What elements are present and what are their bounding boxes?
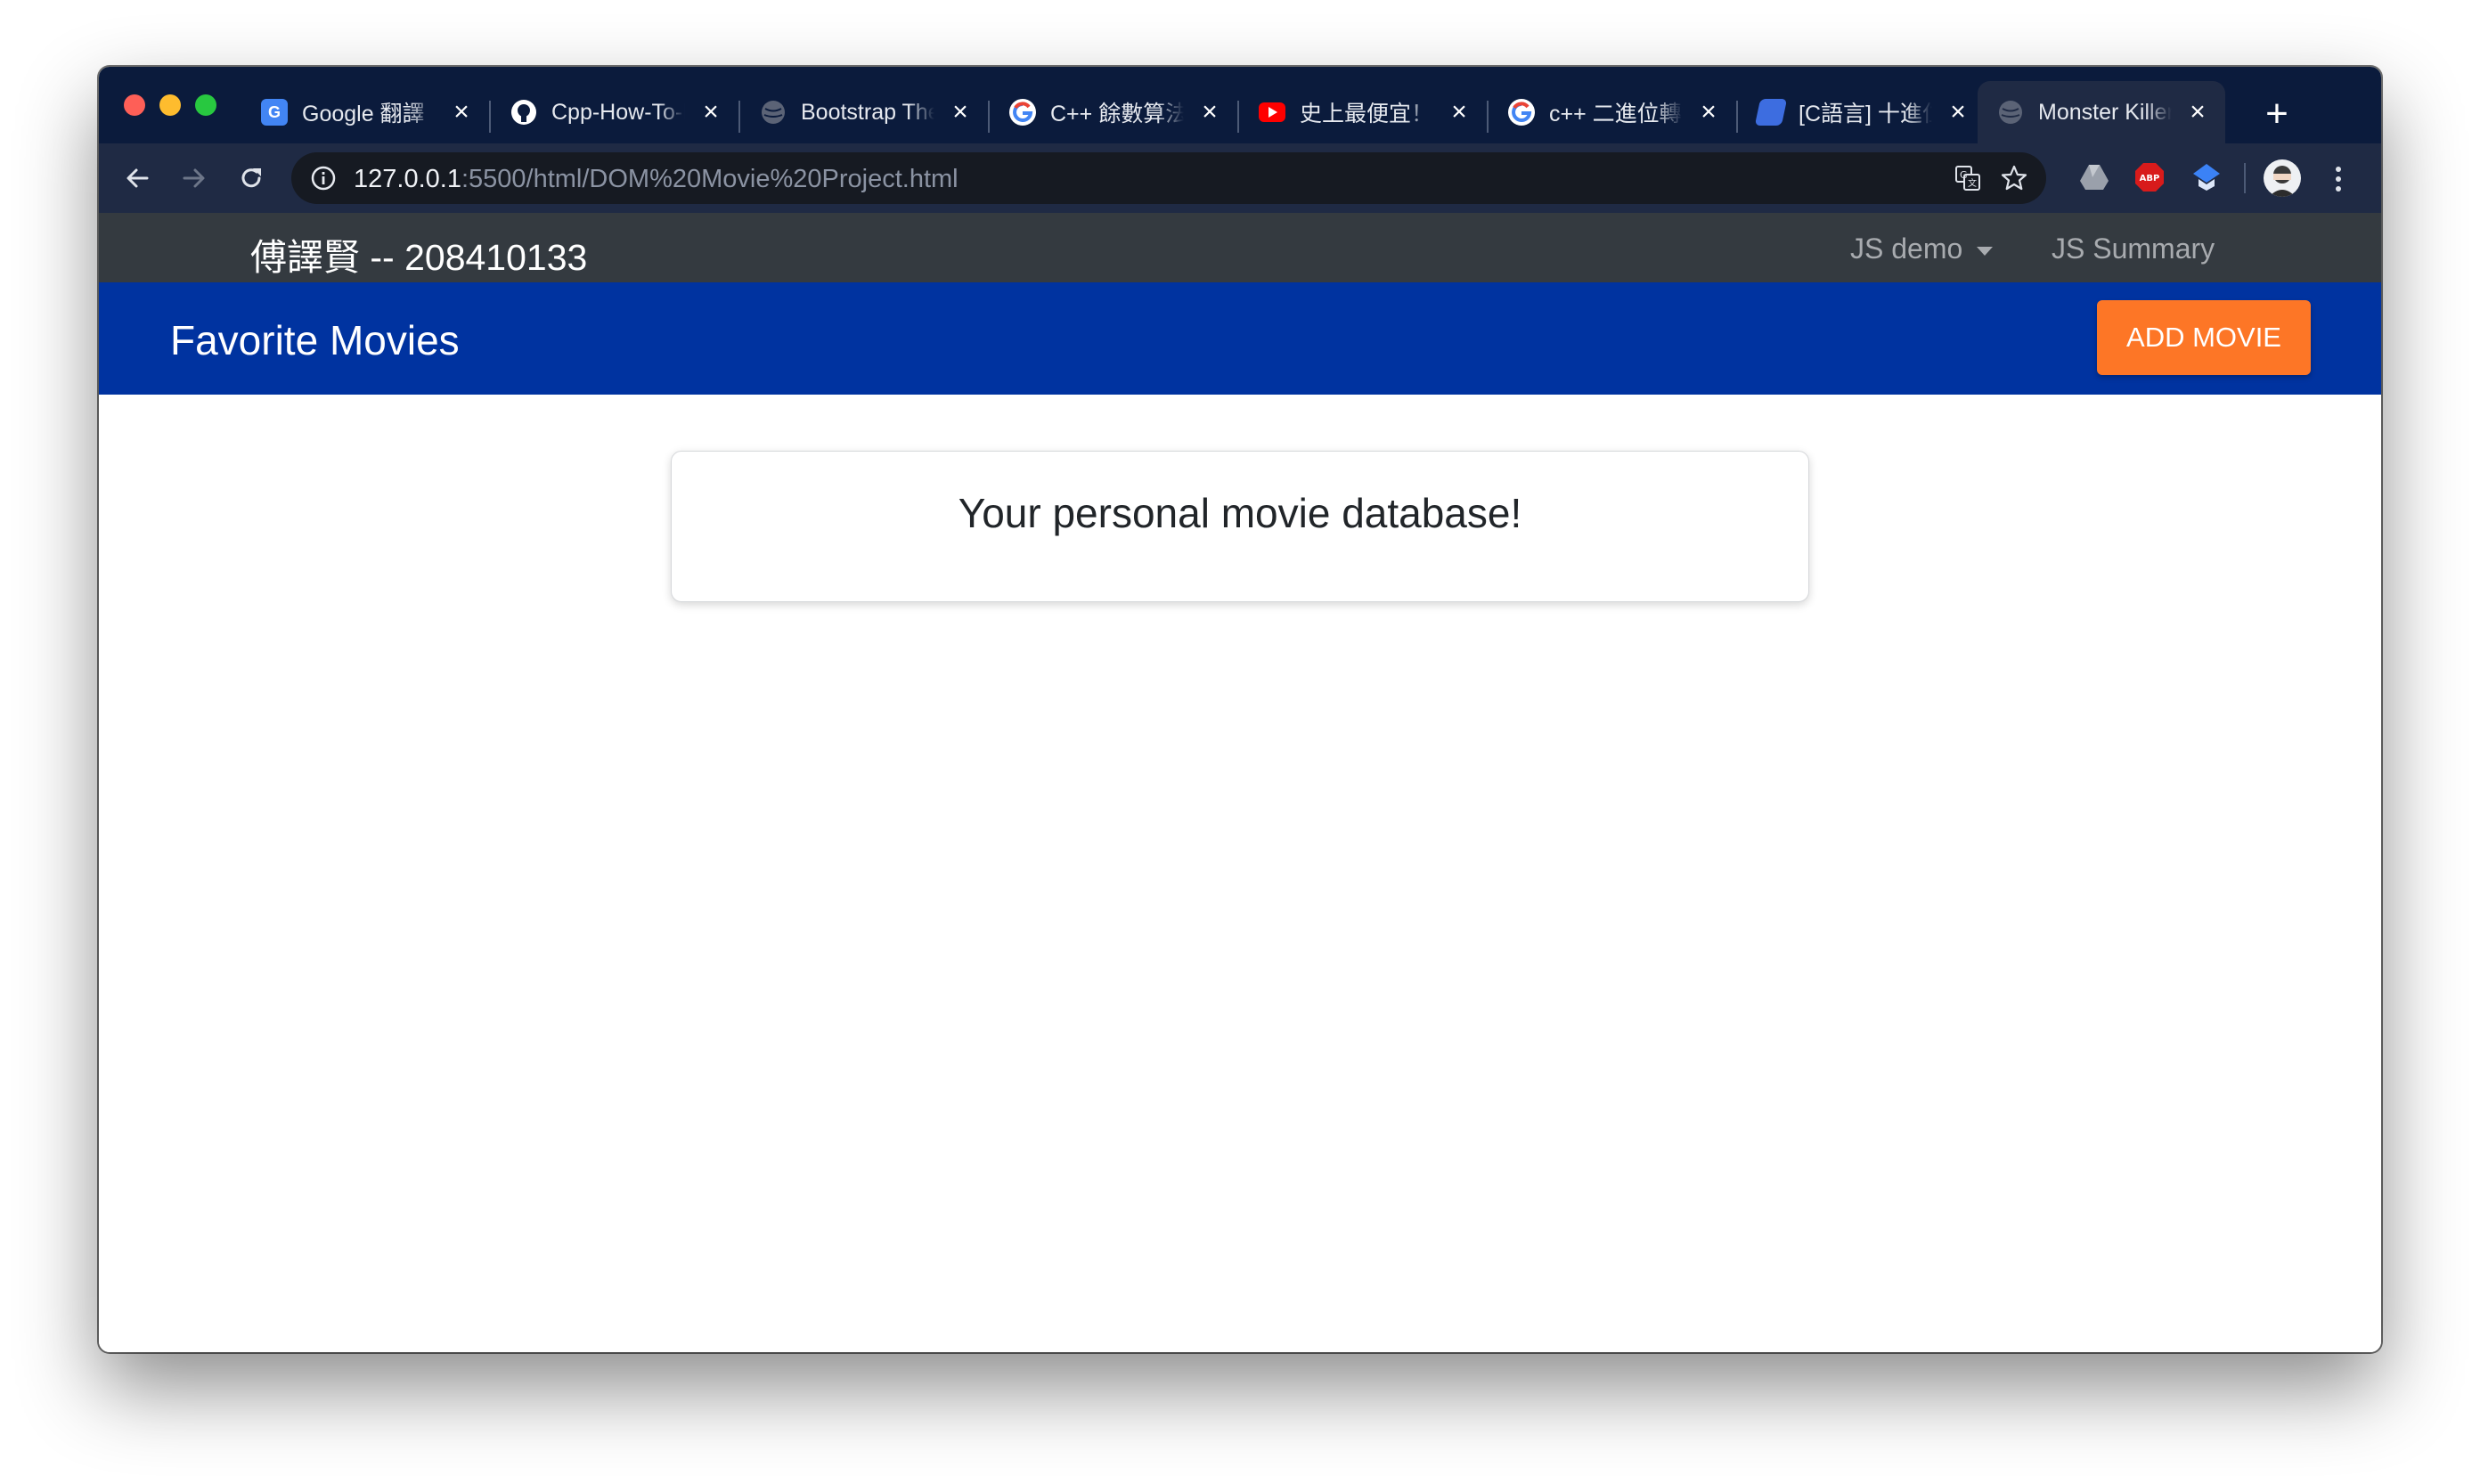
tab-youtube[interactable]: 史上最便宜！ × — [1239, 81, 1487, 143]
adblock-plus-icon[interactable]: ABP — [2133, 161, 2166, 193]
page-header: Favorite Movies ADD MOVIE — [99, 282, 2381, 395]
tab-monster-killer[interactable]: Monster Killer × — [1978, 81, 2225, 143]
google-drive-icon[interactable] — [2078, 161, 2110, 193]
url-path: :5500/html/DOM%20Movie%20Project.html — [461, 165, 959, 193]
reload-button[interactable] — [229, 156, 273, 200]
tab-title: Cpp-How-To-Program — [551, 99, 685, 125]
tab-cpp-binary[interactable]: c++ 二進位轉換 × — [1489, 81, 1736, 143]
close-tab-icon[interactable]: × — [1693, 97, 1724, 127]
add-movie-button[interactable]: ADD MOVIE — [2097, 300, 2311, 375]
minimize-window-button[interactable] — [159, 94, 181, 116]
translate-icon[interactable]: G文 — [1954, 164, 1982, 192]
maximize-window-button[interactable] — [195, 94, 216, 116]
forward-button[interactable] — [172, 156, 216, 200]
svg-text:ABP: ABP — [2140, 174, 2160, 183]
google-icon — [1009, 99, 1036, 126]
tab-title: c++ 二進位轉換 — [1549, 102, 1683, 126]
star-icon[interactable] — [2000, 164, 2028, 192]
tab-cpp-modulo[interactable]: C++ 餘數算法 × — [990, 81, 1237, 143]
page-title: Favorite Movies — [170, 317, 460, 363]
youtube-icon — [1259, 102, 1285, 122]
close-tab-icon[interactable]: × — [446, 97, 477, 127]
url-host: 127.0.0.1 — [354, 165, 461, 193]
tab-title: Google 翻譯 — [302, 102, 425, 126]
reload-icon — [241, 168, 261, 188]
globe-icon — [1997, 99, 2024, 126]
close-tab-icon[interactable]: × — [1444, 97, 1474, 127]
browser-window: G Google 翻譯 × Cpp-How-To-Program × Boots… — [99, 67, 2381, 1352]
site-info-icon[interactable] — [311, 166, 336, 191]
tab-c-language[interactable]: [C語言] 十進位 × — [1738, 81, 1986, 143]
google-icon — [1508, 99, 1535, 126]
book-icon — [1754, 99, 1788, 126]
tab-cpp-how-to[interactable]: Cpp-How-To-Program × — [491, 81, 738, 143]
tab-title: 史上最便宜！ — [1300, 102, 1433, 126]
profile-avatar[interactable] — [2264, 159, 2301, 197]
main-content: Your personal movie database! — [99, 395, 2381, 1352]
tab-title: Bootstrap Themes — [801, 99, 934, 125]
svg-text:文: 文 — [1968, 177, 1977, 189]
url-text: 127.0.0.1:5500/html/DOM%20Movie%20Projec… — [354, 165, 959, 194]
back-button[interactable] — [115, 156, 159, 200]
navbar-brand[interactable]: 傅譯賢 -- 208410133 — [250, 227, 587, 281]
tab-google-translate[interactable]: G Google 翻譯 × — [241, 81, 489, 143]
svg-text:G: G — [1960, 169, 1968, 181]
arrow-left-icon — [126, 168, 149, 188]
new-tab-button[interactable]: + — [2255, 94, 2299, 138]
google-translate-icon: G — [261, 99, 288, 126]
caret-down-icon — [1977, 246, 1994, 256]
close-tab-icon[interactable]: × — [1943, 97, 1973, 127]
avatar-icon — [2269, 166, 2296, 197]
more-menu-icon[interactable] — [2329, 161, 2347, 197]
extension-icon[interactable] — [2190, 161, 2223, 193]
nav-js-summary[interactable]: JS Summary — [2052, 232, 2215, 265]
tab-title: [C語言] 十進位 — [1799, 102, 1932, 126]
close-window-button[interactable] — [124, 94, 145, 116]
tab-title: Monster Killer — [2038, 99, 2172, 125]
tab-bootstrap-themes[interactable]: Bootstrap Themes × — [740, 81, 988, 143]
site-navbar: 傅譯賢 -- 208410133 JS demo JS Summary — [99, 213, 2381, 282]
tab-strip: G Google 翻譯 × Cpp-How-To-Program × Boots… — [99, 67, 2381, 143]
globe-icon — [760, 99, 787, 126]
address-bar[interactable]: 127.0.0.1:5500/html/DOM%20Movie%20Projec… — [291, 152, 2046, 204]
entry-card: Your personal movie database! — [671, 451, 1809, 602]
nav-js-demo-dropdown[interactable]: JS demo — [1850, 232, 1994, 265]
browser-toolbar: 127.0.0.1:5500/html/DOM%20Movie%20Projec… — [99, 143, 2381, 213]
close-tab-icon[interactable]: × — [2182, 97, 2213, 127]
entry-text: Your personal movie database! — [958, 490, 1522, 536]
tab-title: C++ 餘數算法 — [1050, 102, 1184, 126]
close-tab-icon[interactable]: × — [696, 97, 726, 127]
close-tab-icon[interactable]: × — [1195, 97, 1225, 127]
close-tab-icon[interactable]: × — [945, 97, 975, 127]
arrow-right-icon — [183, 168, 205, 188]
github-icon — [510, 99, 537, 126]
nav-link-label: JS demo — [1850, 232, 1963, 265]
toolbar-divider — [2244, 163, 2246, 193]
